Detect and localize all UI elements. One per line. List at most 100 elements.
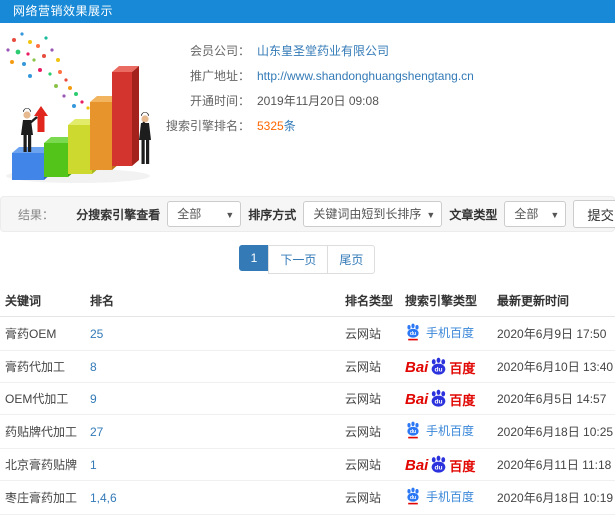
baidu-mobile-label: 手机百度 xyxy=(426,423,475,438)
baidu-suffix: 百度 xyxy=(449,459,476,474)
cell-updated: 2020年6月5日 14:57 xyxy=(492,382,615,415)
cell-updated: 2020年6月18日 10:25 xyxy=(492,414,615,449)
page-current[interactable]: 1 xyxy=(238,245,270,271)
cell-keyword: OEM代加工 xyxy=(0,382,85,415)
baidu-bai: Bai xyxy=(405,359,429,376)
table-row: 膏药代加工 8 云网站 du 手机百度 Bai xyxy=(0,350,615,383)
header-engine-type: 搜索引擎类型 xyxy=(400,285,492,317)
baidu-bai: Bai xyxy=(405,457,429,474)
submit-button[interactable]: 提交 xyxy=(573,200,615,228)
baidu-mobile-label: 手机百度 xyxy=(426,325,475,340)
cell-rank-type: 云网站 xyxy=(340,414,400,449)
header-keyword: 关键词 xyxy=(0,285,85,317)
table-row: OEM代加工 9 云网站 du 手机百度 Bai xyxy=(0,382,615,415)
page-title-bar: 网络营销效果展示 xyxy=(0,0,615,23)
page-title: 网络营销效果展示 xyxy=(13,4,114,18)
engine-baidu: Bai du 百度 xyxy=(405,455,475,474)
rank-link[interactable]: 1 xyxy=(90,458,97,472)
rank-link[interactable]: 25 xyxy=(90,327,103,341)
baidu-mobile-label: 手机百度 xyxy=(426,489,475,504)
cell-updated: 2020年5月29日 10:32 xyxy=(492,514,615,520)
cell-keyword: 膏药代加工 xyxy=(0,350,85,383)
open-time-label: 开通时间： xyxy=(189,94,250,108)
cell-rank-type: 云网站 xyxy=(340,316,400,351)
engine-baidu: Bai du 百度 xyxy=(405,389,475,408)
info-row-rank-count: 搜索引擎排名： 5325条 xyxy=(164,113,615,138)
rank-link[interactable]: 8 xyxy=(90,360,97,374)
info-row-company: 会员公司： 山东皇圣堂药业有限公司 xyxy=(164,38,615,63)
table-row: 医疗器械厂家 4 云网站 du 手机百度 Bai xyxy=(0,514,615,520)
cell-updated: 2020年6月18日 10:19 xyxy=(492,480,615,515)
baidu-paw-icon: du xyxy=(407,487,419,505)
header-rank-type: 排名类型 xyxy=(340,285,400,317)
cell-updated: 2020年6月9日 17:50 xyxy=(492,316,615,351)
table-row: 膏药OEM 25 云网站 du 手机百度 Bai xyxy=(0,316,615,351)
rank-link[interactable]: 1,4,6 xyxy=(90,491,117,505)
baidu-paw-icon: du xyxy=(407,421,419,439)
cell-updated: 2020年6月11日 11:18 xyxy=(492,448,615,481)
baidu-paw-icon: du xyxy=(407,323,419,341)
businessman-right xyxy=(139,112,151,164)
info-row-open-time: 开通时间： 2019年11月20日 09:08 xyxy=(164,88,615,113)
baidu-paw-icon: du xyxy=(432,389,446,407)
header-rank: 排名 xyxy=(85,285,340,317)
svg-text:du: du xyxy=(410,331,416,337)
engine-filter-select[interactable]: 全部 ▼ xyxy=(167,201,242,227)
filter-controls: 分搜索引擎查看 全部 ▼ 排序方式 关键词由短到长排序 ▼ 文章类型 全部 ▼ … xyxy=(76,200,615,228)
cell-keyword: 医疗器械厂家 xyxy=(0,514,85,520)
header-updated: 最新更新时间 xyxy=(492,285,615,317)
cell-keyword: 膏药OEM xyxy=(0,316,85,351)
caret-down-icon: ▼ xyxy=(550,210,560,220)
rank-count-suffix: 条 xyxy=(283,119,296,133)
company-label: 会员公司： xyxy=(189,44,250,58)
promo-url-link[interactable]: http://www.shandonghuangshengtang.cn xyxy=(257,69,474,83)
results-table-body: 膏药OEM 25 云网站 du 手机百度 Bai xyxy=(0,316,615,520)
page-next[interactable]: 下一页 xyxy=(268,245,329,274)
cell-rank-type: 云网站 xyxy=(340,448,400,481)
company-link[interactable]: 山东皇圣堂药业有限公司 xyxy=(257,42,389,59)
table-row: 药贴牌代加工 27 云网站 du 手机百度 Bai xyxy=(0,414,615,449)
engine-filter-value: 全部 xyxy=(177,207,202,221)
result-label: 结果： xyxy=(18,207,55,222)
engine-mobile-baidu: du 手机百度 xyxy=(405,323,474,341)
rank-link[interactable]: 9 xyxy=(90,392,97,406)
caret-down-icon: ▼ xyxy=(426,210,436,220)
table-header-row: 关键词 排名 排名类型 搜索引擎类型 最新更新时间 xyxy=(0,285,615,317)
engine-filter-label: 分搜索引擎查看 xyxy=(76,207,161,222)
results-table: 关键词 排名 排名类型 搜索引擎类型 最新更新时间 膏药OEM 25 云网站 d… xyxy=(0,285,615,520)
businessman-left xyxy=(21,108,38,152)
bar-chart-illustration xyxy=(6,32,151,183)
sort-filter-value: 关键词由短到长排序 xyxy=(313,207,422,221)
rank-count-value: 5325条 xyxy=(257,117,296,134)
rank-link[interactable]: 27 xyxy=(90,425,103,439)
table-row: 枣庄膏药加工 1,4,6 云网站 du 手机百度 Bai xyxy=(0,480,615,515)
article-type-label: 文章类型 xyxy=(449,207,498,222)
company-info-list: 会员公司： 山东皇圣堂药业有限公司 推广地址： http://www.shand… xyxy=(164,30,615,190)
cell-keyword: 药贴牌代加工 xyxy=(0,414,85,449)
baidu-suffix: 百度 xyxy=(449,361,476,376)
confetti xyxy=(6,32,103,120)
rank-count-number: 5325 xyxy=(257,119,284,133)
article-type-select[interactable]: 全部 ▼ xyxy=(504,201,567,227)
sort-filter-label: 排序方式 xyxy=(248,207,297,222)
rank-count-label: 搜索引擎排名： xyxy=(165,119,250,133)
svg-text:du: du xyxy=(435,367,443,374)
pagination: 1 下一页 尾页 xyxy=(0,245,615,274)
cell-rank-type: 云网站 xyxy=(340,514,400,520)
article-type-value: 全部 xyxy=(514,207,539,221)
svg-text:du: du xyxy=(435,465,443,472)
svg-text:du: du xyxy=(435,399,443,406)
info-row-url: 推广地址： http://www.shandonghuangshengtang.… xyxy=(164,63,615,88)
sort-filter-select[interactable]: 关键词由短到长排序 ▼ xyxy=(303,201,443,227)
svg-text:du: du xyxy=(410,495,416,501)
cell-rank-type: 云网站 xyxy=(340,382,400,415)
baidu-bai: Bai xyxy=(405,391,429,408)
engine-mobile-baidu: du 手机百度 xyxy=(405,487,474,505)
page-last[interactable]: 尾页 xyxy=(327,245,376,274)
baidu-paw-icon: du xyxy=(432,357,446,375)
svg-text:du: du xyxy=(410,429,416,435)
cell-rank-type: 云网站 xyxy=(340,350,400,383)
engine-mobile-baidu: du 手机百度 xyxy=(405,421,474,439)
baidu-paw-icon: du xyxy=(432,455,446,473)
open-time-value: 2019年11月20日 09:08 xyxy=(257,94,379,108)
